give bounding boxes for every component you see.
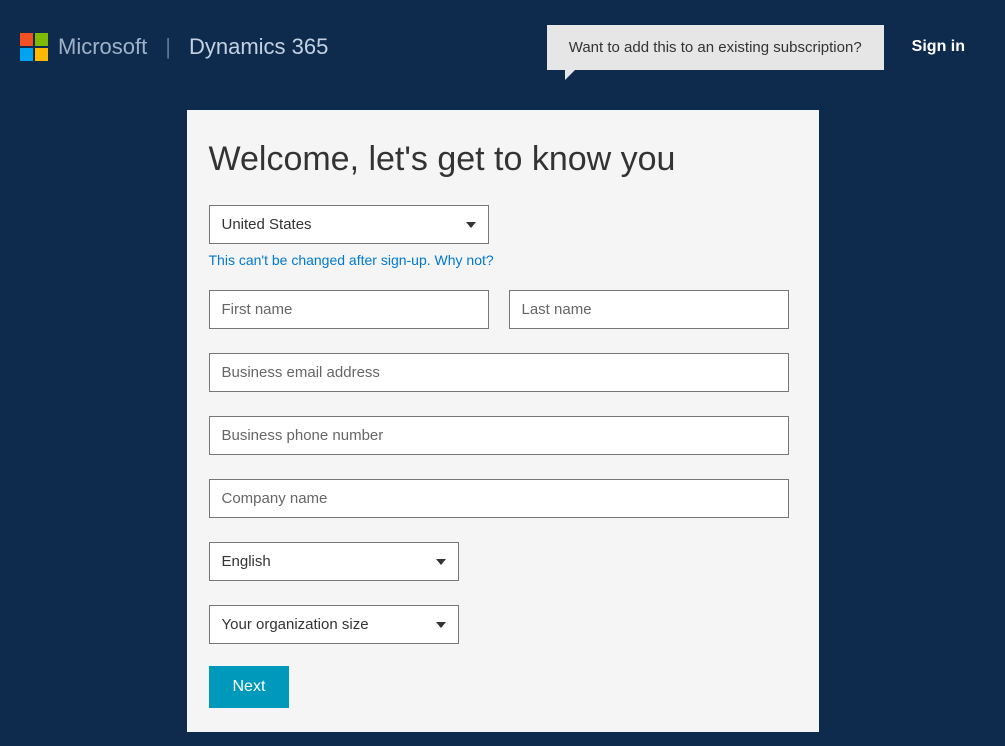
existing-subscription-tooltip[interactable]: Want to add this to an existing subscrip… — [547, 25, 884, 70]
sign-in-link[interactable]: Sign in — [912, 38, 965, 56]
header-bar: Microsoft | Dynamics 365 Want to add thi… — [0, 0, 1005, 70]
form-title: Welcome, let's get to know you — [209, 140, 797, 179]
phone-field[interactable] — [209, 416, 789, 455]
last-name-field[interactable] — [509, 290, 789, 329]
microsoft-logo-icon — [20, 33, 48, 61]
email-field[interactable] — [209, 353, 789, 392]
signup-form-card: Welcome, let's get to know you United St… — [187, 110, 819, 732]
first-name-field[interactable] — [209, 290, 489, 329]
country-hint-link[interactable]: This can't be changed after sign-up. Why… — [209, 252, 494, 268]
next-button[interactable]: Next — [209, 666, 290, 708]
organization-size-select[interactable]: Your organization size — [209, 605, 459, 644]
language-select[interactable]: English — [209, 542, 459, 581]
tooltip-text: Want to add this to an existing subscrip… — [569, 39, 862, 56]
brand-divider: | — [165, 34, 171, 60]
product-label: Dynamics 365 — [189, 34, 328, 60]
brand-label: Microsoft — [58, 34, 147, 60]
country-select[interactable]: United States — [209, 205, 489, 244]
company-field[interactable] — [209, 479, 789, 518]
